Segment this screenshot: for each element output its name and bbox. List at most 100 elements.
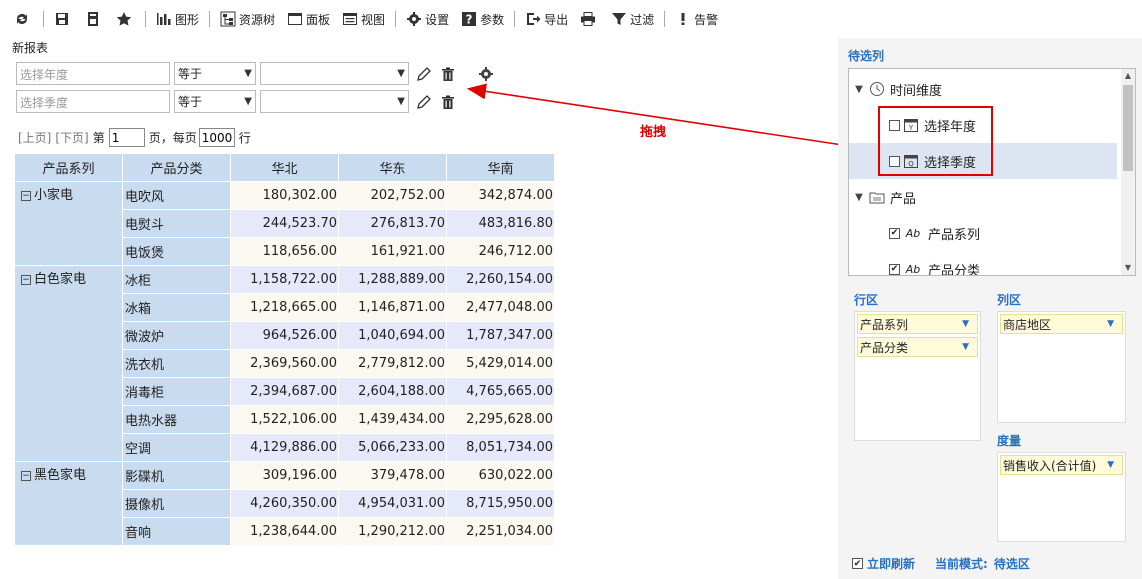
value-cell: 1,522,106.00 (230, 405, 339, 434)
value-cell: 202,752.00 (338, 181, 447, 210)
settings-button[interactable]: 设置 (400, 6, 455, 32)
scroll-up-icon[interactable]: ▲ (1121, 69, 1135, 83)
toolbar: 图形 资源树 面板 视图 设置 ? 参数 导出 过滤 告警 (0, 0, 838, 38)
text-field-icon: Ab (905, 226, 921, 240)
trash-icon[interactable] (439, 93, 457, 111)
page-number-input[interactable] (108, 128, 145, 147)
trash-icon[interactable] (439, 65, 457, 83)
edit-icon[interactable] (415, 93, 433, 111)
settings-label: 设置 (425, 12, 450, 27)
alert-button[interactable]: 告警 (669, 6, 724, 32)
collapse-toggle-icon[interactable]: − (21, 191, 31, 201)
params-button[interactable]: ? 参数 (455, 6, 510, 32)
column-zone-chip[interactable]: 商店地区 ▼ (1000, 314, 1123, 334)
value-cell: 5,066,233.00 (338, 433, 447, 462)
view-button[interactable]: 视图 (336, 6, 391, 32)
category-cell: 电吹风 (122, 181, 231, 210)
filter-field-input[interactable]: 选择季度 (16, 90, 170, 113)
edit-icon[interactable] (415, 65, 433, 83)
tree-node-label: 产品分类 (928, 263, 981, 276)
prev-page-link[interactable]: [上页] (18, 129, 51, 146)
print-button[interactable] (574, 6, 605, 32)
value-cell: 309,196.00 (230, 461, 339, 490)
checkbox-checked[interactable]: ✔ (889, 263, 900, 275)
row-zone-title: 行区 (854, 293, 879, 307)
row-zone[interactable]: 产品系列 ▼ 产品分类 ▼ (854, 311, 981, 441)
chevron-down-icon[interactable]: ▼ (1107, 319, 1114, 329)
drag-annotation-label: 拖拽 (640, 125, 667, 140)
tree-node-product-category[interactable]: ✔ Ab 产品分类 (889, 251, 1135, 276)
value-cell: 1,787,347.00 (446, 321, 555, 350)
refresh-button[interactable] (8, 6, 39, 32)
chevron-down-icon[interactable]: ▼ (962, 319, 969, 329)
value-cell: 2,251,034.00 (446, 517, 555, 546)
save-icon (54, 11, 70, 27)
measure-zone-chip[interactable]: 销售收入(合计值) ▼ (1000, 455, 1123, 475)
filter-button[interactable]: 过滤 (605, 6, 660, 32)
save-button[interactable] (48, 6, 79, 32)
category-cell: 影碟机 (122, 461, 231, 490)
group-label: 白色家电 (34, 272, 87, 287)
collapse-toggle-icon[interactable]: − (21, 275, 31, 285)
tree-node-product-series[interactable]: ✔ Ab 产品系列 (889, 215, 1135, 251)
filter-field-input[interactable]: 选择年度 (16, 62, 170, 85)
value-cell: 1,146,871.00 (338, 293, 447, 322)
scroll-thumb[interactable] (1123, 85, 1133, 171)
toolbar-separator (209, 11, 211, 27)
next-page-link[interactable]: [下页] (55, 129, 88, 146)
chevron-down-icon: ▼ (244, 96, 252, 107)
chip-label: 商店地区 (1003, 317, 1052, 332)
resource-tree-button[interactable]: 资源树 (214, 6, 281, 32)
per-page-input[interactable] (198, 128, 235, 147)
value-cell: 2,369,560.00 (230, 349, 339, 378)
value-cell: 4,129,886.00 (230, 433, 339, 462)
checkbox-checked[interactable]: ✔ (889, 227, 900, 239)
export-label: 导出 (544, 12, 569, 27)
table-header-row: 产品系列 产品分类 华北 华东 华南 (14, 153, 555, 182)
alert-label: 告警 (694, 12, 719, 27)
collapse-toggle-icon[interactable]: − (21, 471, 31, 481)
filter-row: 选择年度 等于 ▼ ▼ (16, 62, 495, 85)
candidate-columns-tree: ▼ 时间维度 Y 选择年度 Q 选择季度 ▼ 产品 ✔ Ab 产品系列 ✔ Ab… (848, 68, 1136, 276)
row-zone-chip[interactable]: 产品分类 ▼ (857, 337, 978, 357)
save-as-icon (85, 11, 101, 27)
filter-value-select[interactable]: ▼ (260, 90, 409, 113)
measure-zone[interactable]: 销售收入(合计值) ▼ (997, 452, 1126, 542)
value-cell: 1,218,665.00 (230, 293, 339, 322)
export-icon (525, 11, 541, 27)
tree-node-time-dimension[interactable]: ▼ 时间维度 (853, 71, 1121, 107)
row-zone-chip[interactable]: 产品系列 ▼ (857, 314, 978, 334)
scroll-down-icon[interactable]: ▼ (1121, 261, 1135, 275)
value-cell: 1,158,722.00 (230, 265, 339, 294)
export-button[interactable]: 导出 (519, 6, 574, 32)
chart-button[interactable]: 图形 (150, 6, 205, 32)
chevron-down-icon[interactable]: ▼ (853, 192, 865, 203)
pager: [上页] [下页] 第 页，每页 行 (18, 128, 251, 147)
view-icon (342, 11, 358, 27)
save-as-button[interactable] (79, 6, 110, 32)
table-row: − 小家电 电吹风 180,302.00 202,752.00 342,874.00 (14, 181, 555, 266)
tree-node-label: 时间维度 (890, 83, 943, 99)
page-prefix: 第 (92, 131, 105, 145)
panel-button[interactable]: 面板 (281, 6, 336, 32)
tree-scrollbar[interactable]: ▲ ▼ (1121, 69, 1135, 275)
refresh-icon (14, 11, 30, 27)
filter-operator-select[interactable]: 等于 ▼ (174, 90, 256, 113)
favorite-button[interactable] (110, 6, 141, 32)
chevron-down-icon[interactable]: ▼ (853, 84, 865, 95)
value-cell: 1,439,434.00 (338, 405, 447, 434)
auto-refresh-checkbox[interactable]: ✔ (852, 558, 863, 569)
value-cell: 1,290,212.00 (338, 517, 447, 546)
chevron-down-icon[interactable]: ▼ (1107, 460, 1114, 470)
drag-source-highlight (878, 106, 993, 176)
tree-node-product[interactable]: ▼ 产品 (853, 179, 1121, 215)
value-cell: 2,295,628.00 (446, 405, 555, 434)
column-zone[interactable]: 商店地区 ▼ (997, 311, 1126, 423)
column-header: 华东 (338, 153, 447, 182)
chevron-down-icon[interactable]: ▼ (962, 342, 969, 352)
filter-value-select[interactable]: ▼ (260, 62, 409, 85)
panel-label: 面板 (306, 12, 331, 27)
gear-icon[interactable] (477, 65, 495, 83)
value-cell: 4,765,665.00 (446, 377, 555, 406)
filter-operator-select[interactable]: 等于 ▼ (174, 62, 256, 85)
